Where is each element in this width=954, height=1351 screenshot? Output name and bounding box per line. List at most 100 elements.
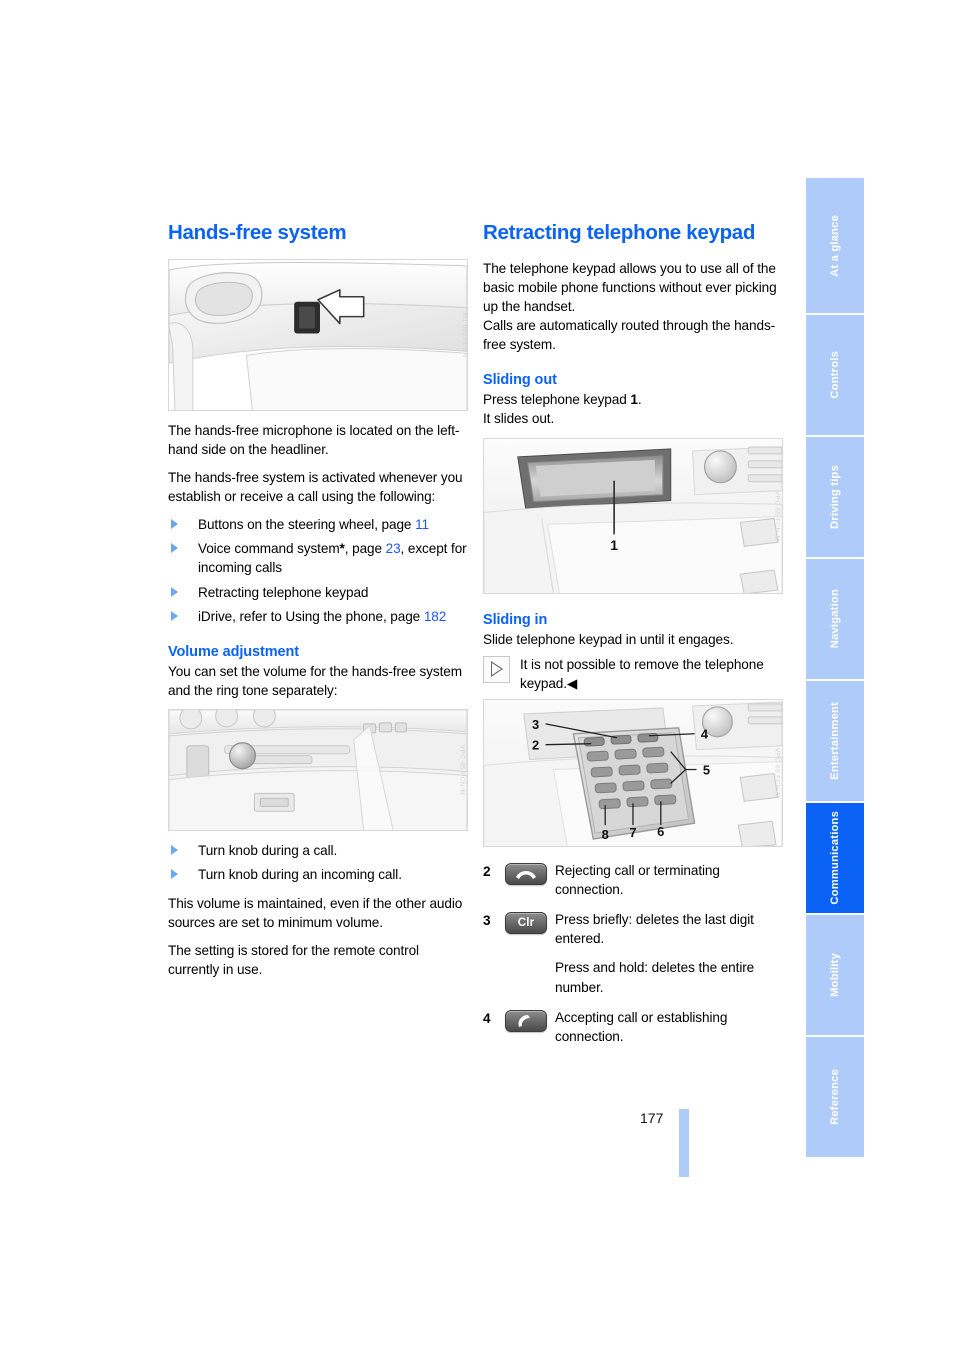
keypad-open-illustration: 3 2 4 5 8 7 6 <box>484 699 782 846</box>
list-item-text: Voice command system <box>198 541 340 557</box>
legend-line: Press and hold: deletes the entire numbe… <box>555 960 755 995</box>
sliding-out-text-before: Press telephone keypad <box>483 392 631 408</box>
figure-headliner-wrapper: M1 0027 FCN <box>168 258 468 411</box>
manual-page: Hands-free system M1 0027 FCN The hands-… <box>0 0 954 1351</box>
sliding-in-line-1: Slide telephone keypad in until it engag… <box>483 631 734 647</box>
bullet-triangle-icon <box>171 519 178 530</box>
legend-line: Press briefly: deletes the last digit en… <box>555 912 754 947</box>
center-console-illustration <box>169 710 467 831</box>
sliding-out-line-1: Press telephone keypad 1. <box>483 390 783 409</box>
note-block: It is not possible to remove the telepho… <box>483 655 783 693</box>
sidebar-item-at-a-glance[interactable]: At a glance <box>806 178 864 313</box>
legend-row: 3 Clr Press briefly: deletes the last di… <box>483 910 783 997</box>
volume-note-2: The setting is stored for the remote con… <box>168 942 419 978</box>
legend-row: 4 Accepting call or establishing connect… <box>483 1008 783 1046</box>
bullet-triangle-icon <box>171 586 178 597</box>
list-item: iDrive, refer to Using the phone, page 1… <box>168 607 468 626</box>
keypad-closed-figure: 1 VPC-65 FCN-M <box>483 437 783 594</box>
sidebar-item-driving-tips[interactable]: Driving tips <box>806 437 864 557</box>
figure-volume-wrapper: VPC-65 FCN-M <box>168 709 468 832</box>
left-column: Hands-free system M1 0027 FCN The hands-… <box>168 221 468 988</box>
page-reference[interactable]: 11 <box>415 517 429 532</box>
right-column: Retracting telephone keypad The telephon… <box>483 221 783 1057</box>
end-call-icon <box>505 861 555 885</box>
sidebar-item-navigation[interactable]: Navigation <box>806 559 864 679</box>
list-item: Turn knob during an incoming call. <box>168 865 468 884</box>
volume-intro-text: You can set the volume for the hands-fre… <box>168 663 462 699</box>
list-item-text: Buttons on the steering wheel, page <box>198 517 416 533</box>
volume-note-1: This volume is maintained, even if the o… <box>168 895 463 930</box>
volume-bullet-list: Turn knob during a call. Turn knob durin… <box>168 841 468 884</box>
bullet-triangle-icon <box>171 845 178 856</box>
sidebar-item-reference[interactable]: Reference <box>806 1037 864 1157</box>
figure-code: M1 0027 FCN <box>461 312 468 357</box>
accept-call-icon <box>505 1008 555 1032</box>
svg-text:3: 3 <box>532 717 539 732</box>
page-edge-marker <box>679 1109 689 1177</box>
keypad-open-figure: 3 2 4 5 8 7 6 VPC-65 FCN-M <box>483 698 783 847</box>
figure-code: VPC-65 FCN-M <box>458 745 466 796</box>
figure-keypad-closed-wrapper: 1 VPC-65 FCN-M <box>483 437 783 594</box>
bullet-triangle-icon <box>171 610 178 621</box>
sidebar-item-label: Driving tips <box>829 465 841 529</box>
keypad-closed-illustration: 1 <box>484 438 782 593</box>
legend-text: Rejecting call or terminating connection… <box>555 861 783 899</box>
clear-button-graphic: Clr <box>505 912 547 935</box>
svg-text:1: 1 <box>610 537 618 553</box>
handset-down-glyph <box>516 870 536 879</box>
legend-line: Accepting call or establishing connectio… <box>555 1009 728 1044</box>
list-item: Voice command system*, page 23, except f… <box>168 539 468 577</box>
sidebar-item-label: Communications <box>829 811 841 905</box>
note-triangle-icon <box>483 655 510 683</box>
sidebar-item-mobility[interactable]: Mobility <box>806 915 864 1035</box>
legend-line: Rejecting call or terminating connection… <box>555 862 720 898</box>
svg-text:6: 6 <box>657 824 664 839</box>
sidebar-item-label: Mobility <box>829 953 841 997</box>
legend-text: Accepting call or establishing connectio… <box>555 1008 783 1046</box>
sliding-out-line-2: It slides out. <box>483 411 555 427</box>
subheading-sliding-out: Sliding out <box>483 372 557 389</box>
callout-reference-1: 1 <box>630 392 638 408</box>
subheading-volume-adjustment: Volume adjustment <box>168 643 299 660</box>
svg-text:4: 4 <box>701 727 709 742</box>
headliner-illustration <box>169 259 467 410</box>
sliding-out-text-after: . <box>637 392 642 408</box>
page-reference[interactable]: 182 <box>424 609 446 624</box>
page-title-retracting-keypad: Retracting telephone keypad <box>483 221 756 244</box>
note-text: It is not possible to remove the telepho… <box>520 655 783 693</box>
list-item: Buttons on the steering wheel, page 11 <box>168 515 468 534</box>
legend-number: 4 <box>483 1010 491 1026</box>
svg-text:7: 7 <box>629 825 636 840</box>
keypad-button-legend: 2 Rejecting call or terminating connecti… <box>483 861 783 1046</box>
list-item-text: Retracting telephone keypad <box>198 584 369 600</box>
sidebar-item-label: Navigation <box>829 589 841 649</box>
subheading-sliding-in: Sliding in <box>483 611 548 628</box>
list-item: Turn knob during a call. <box>168 841 468 860</box>
legend-number: 2 <box>483 863 491 879</box>
page-reference[interactable]: 23 <box>386 541 401 556</box>
headliner-microphone-figure: M1 0027 FCN <box>168 258 468 411</box>
legend-number: 3 <box>483 913 491 929</box>
svg-text:8: 8 <box>602 827 609 842</box>
clear-key-label: Clr <box>517 917 535 930</box>
legend-row: 2 Rejecting call or terminating connecti… <box>483 861 783 899</box>
svg-text:5: 5 <box>703 762 710 777</box>
triangle-outline-glyph <box>490 661 503 678</box>
note-body: It is not possible to remove the telepho… <box>520 656 764 691</box>
figure-code: VPC-65 FCN-M <box>773 747 781 799</box>
hands-free-activation-list: Buttons on the steering wheel, page 11 V… <box>168 515 468 626</box>
keypad-intro-1: The telephone keypad allows you to use a… <box>483 260 777 314</box>
figure-keypad-open-wrapper: 3 2 4 5 8 7 6 VPC-65 FCN-M <box>483 698 783 847</box>
page-number: 177 <box>640 1110 664 1126</box>
page-title-hands-free: Hands-free system <box>168 221 347 244</box>
bullet-triangle-icon <box>171 869 178 880</box>
legend-text: Press briefly: deletes the last digit en… <box>555 910 783 997</box>
sidebar-item-label: Entertainment <box>829 702 841 780</box>
sidebar-item-communications[interactable]: Communications <box>806 803 864 913</box>
sidebar-item-controls[interactable]: Controls <box>806 315 864 435</box>
bullet-triangle-icon <box>171 543 178 554</box>
hands-free-para-2: The hands-free system is activated whene… <box>168 469 463 505</box>
volume-knob-figure: VPC-65 FCN-M <box>168 709 468 832</box>
sidebar-item-entertainment[interactable]: Entertainment <box>806 681 864 801</box>
chapter-tab-rail: At a glance Controls Driving tips Naviga… <box>806 178 864 1159</box>
